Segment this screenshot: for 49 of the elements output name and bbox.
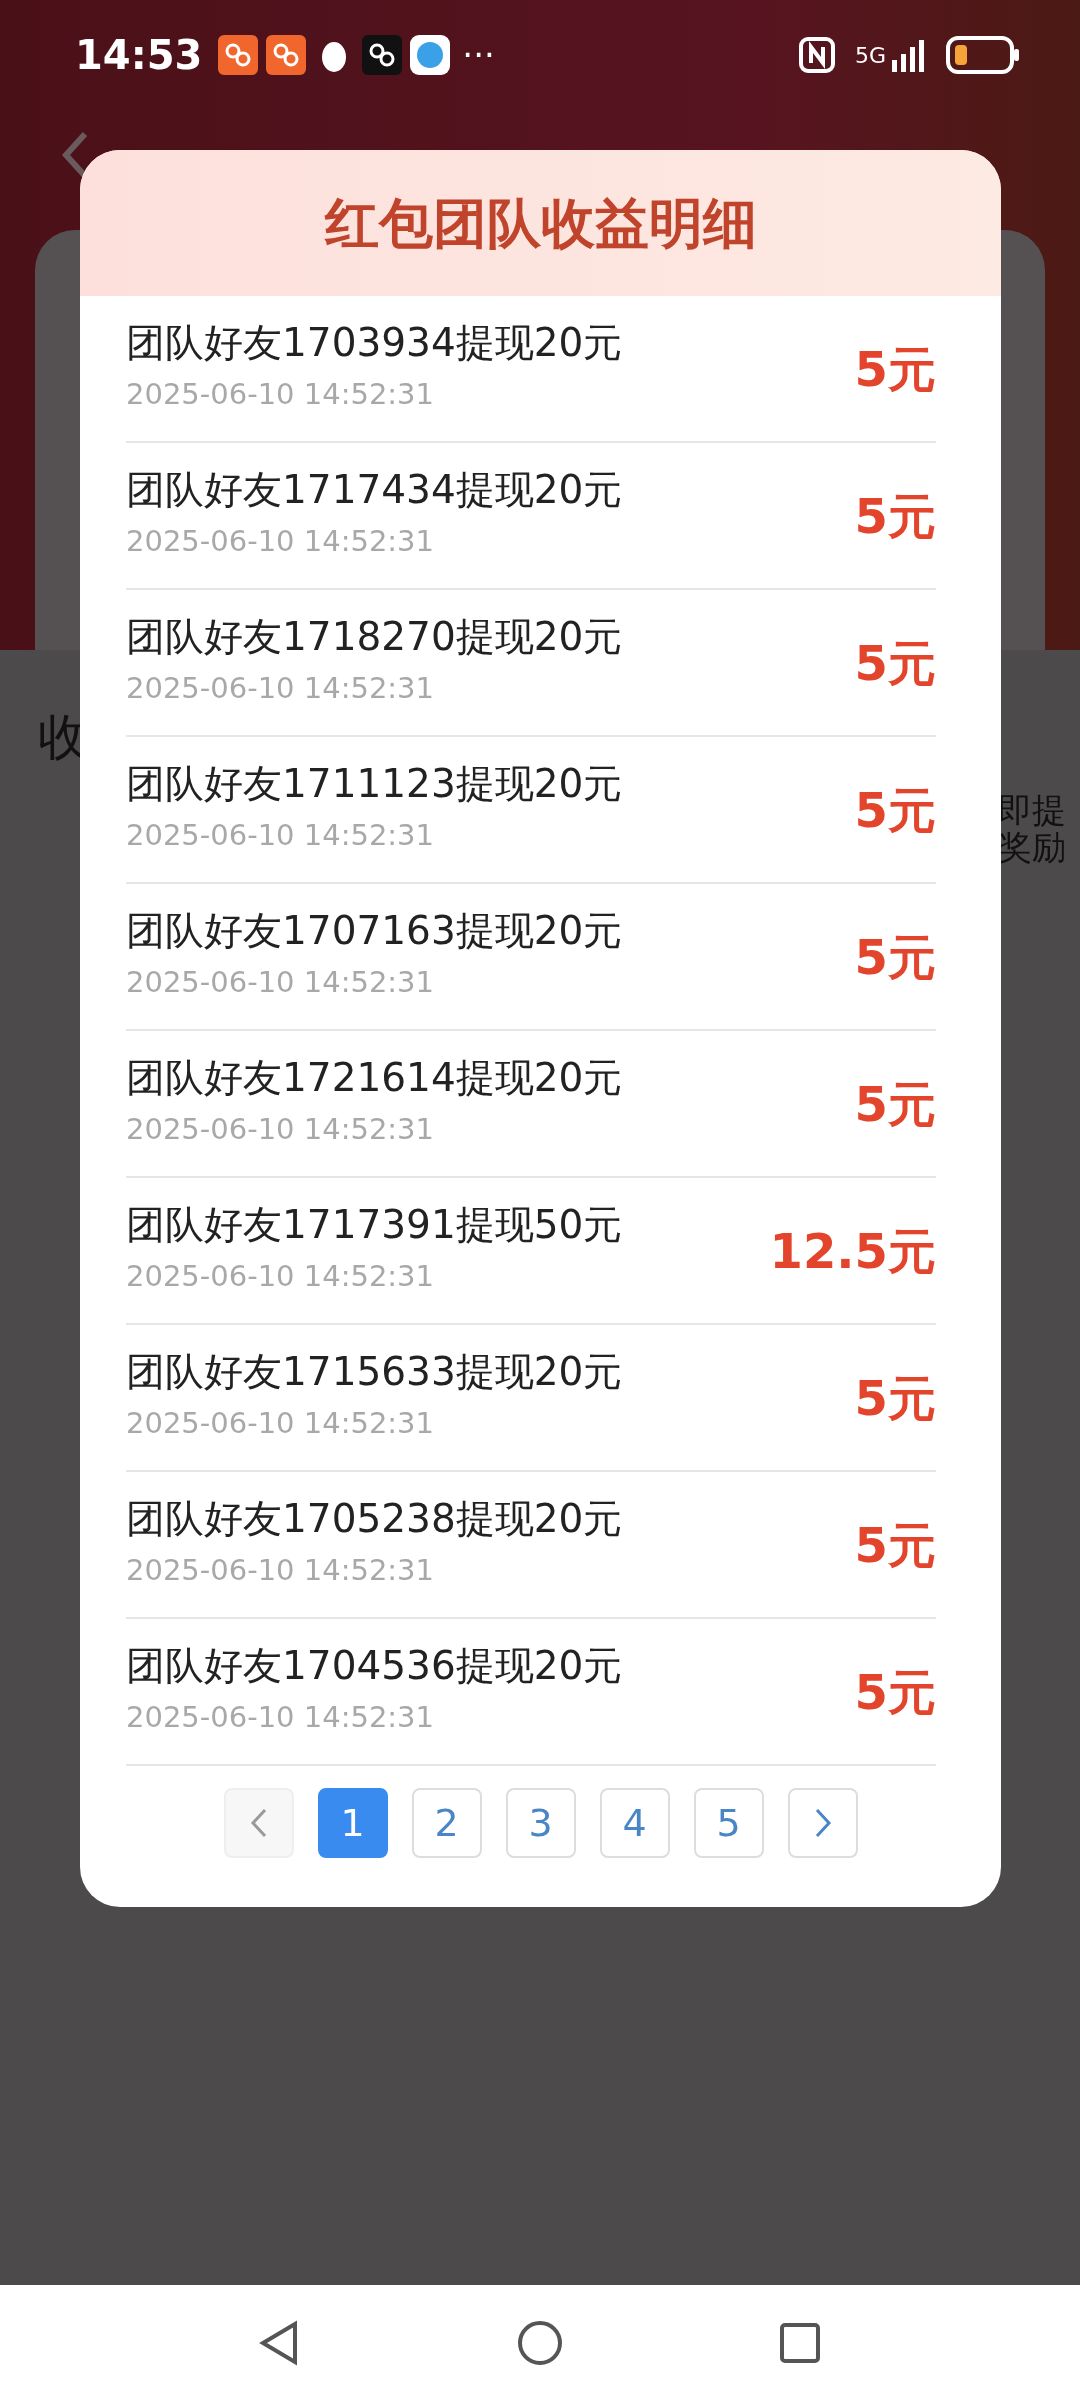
record-text: 团队好友1715633提现20元 bbox=[126, 1349, 624, 1397]
record-text: 团队好友1718270提现20元 bbox=[126, 614, 624, 662]
dialog-title: 红包团队收益明细 bbox=[324, 190, 757, 257]
record-text: 团队好友1711123提现20元 bbox=[126, 761, 624, 809]
page-button[interactable]: 3 bbox=[505, 1788, 576, 1858]
record-amount: 5元 bbox=[854, 927, 936, 987]
app-icon bbox=[362, 35, 403, 75]
record-text: 团队好友1717391提现50元 bbox=[126, 1202, 624, 1250]
record-amount: 5元 bbox=[854, 1074, 936, 1134]
record-time: 2025-06-10 14:52:31 bbox=[126, 1405, 435, 1443]
page-button[interactable]: 5 bbox=[693, 1788, 764, 1858]
record-amount: 5元 bbox=[854, 339, 936, 399]
record-text: 团队好友1707163提现20元 bbox=[126, 908, 624, 956]
record-text: 团队好友1704536提现20元 bbox=[126, 1643, 624, 1691]
section-label: 收 bbox=[38, 707, 88, 768]
record-amount: 12.5元 bbox=[769, 1221, 936, 1281]
record-text: 团队好友1717434提现20元 bbox=[126, 467, 624, 515]
back-icon[interactable] bbox=[60, 130, 90, 180]
more-indicator: ··· bbox=[462, 33, 495, 77]
record-time: 2025-06-10 14:52:31 bbox=[126, 1111, 435, 1149]
chevron-left-icon bbox=[249, 1808, 268, 1838]
app-icon bbox=[410, 35, 451, 75]
column-label: 奖励 bbox=[998, 829, 1066, 867]
record-time: 2025-06-10 14:52:31 bbox=[126, 376, 435, 414]
record-amount: 5元 bbox=[854, 1515, 936, 1575]
chevron-right-icon bbox=[813, 1808, 832, 1838]
app-icon bbox=[218, 35, 259, 75]
record-time: 2025-06-10 14:52:31 bbox=[126, 817, 435, 855]
record-time: 2025-06-10 14:52:31 bbox=[126, 1699, 435, 1737]
app-icon bbox=[266, 35, 307, 75]
record-amount: 5元 bbox=[854, 486, 936, 546]
record-amount: 5元 bbox=[854, 1368, 936, 1428]
record-amount: 5元 bbox=[854, 633, 936, 693]
battery-icon bbox=[946, 36, 1020, 74]
status-time: 14:53 bbox=[75, 31, 203, 80]
page-button[interactable]: 2 bbox=[411, 1788, 482, 1858]
record-time: 2025-06-10 14:52:31 bbox=[126, 1258, 435, 1296]
record-time: 2025-06-10 14:52:31 bbox=[126, 670, 435, 708]
record-amount: 5元 bbox=[854, 1662, 936, 1722]
record-text: 团队好友1721614提现20元 bbox=[126, 1055, 624, 1103]
record-time: 2025-06-10 14:52:31 bbox=[126, 523, 435, 561]
record-text: 团队好友1705238提现20元 bbox=[126, 1496, 624, 1544]
record-amount: 5元 bbox=[854, 780, 936, 840]
page-button[interactable]: 4 bbox=[599, 1788, 670, 1858]
record-text: 团队好友1703934提现20元 bbox=[126, 320, 624, 368]
record-time: 2025-06-10 14:52:31 bbox=[126, 1552, 435, 1590]
network-label: 5G bbox=[854, 41, 886, 70]
record-time: 2025-06-10 14:52:31 bbox=[126, 964, 435, 1002]
page-button[interactable]: 1 bbox=[317, 1788, 388, 1858]
